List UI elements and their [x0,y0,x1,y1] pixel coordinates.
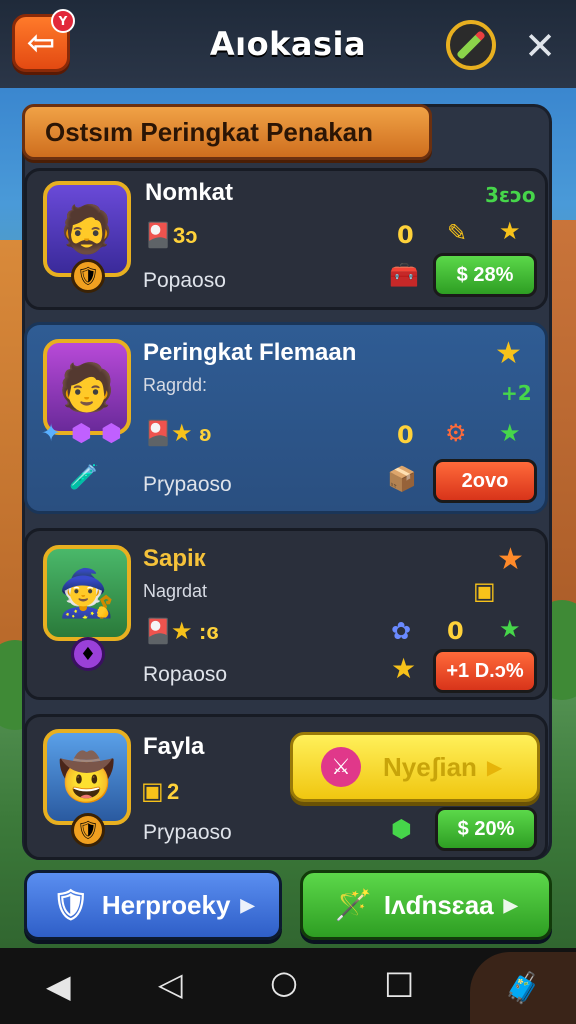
player-stat: :ɞ [199,619,219,644]
right-action-label: Iʌɗnsɛaa [383,889,494,920]
reward-pill[interactable]: 2ovo [433,459,537,503]
pen-icon [456,30,486,60]
player-stat: 3ɔ [173,223,198,248]
reward-pill[interactable]: $ 20% [435,807,537,851]
stat-zero: 0 [447,617,464,645]
chevron-right-icon: ▶ [486,755,503,779]
close-icon: ✕ [524,24,556,68]
badge-icon: ⬢ [71,419,92,447]
card-icon: 🎴 [143,419,173,447]
triangle-back-icon[interactable]: ◁ [158,968,183,1000]
chest-icon: 📦 [387,465,417,493]
player-card[interactable]: 🧔 🛡 Nomkat 3ɛɔo 🎴 3ɔ 0 ✎ ★ Popaoso 🧰 $ 2… [24,168,548,310]
character-icon: 🤠 [58,749,116,804]
player-status: Popaoso [143,269,226,292]
star-icon: ★ [499,419,521,447]
app-title: Aıokasia [209,25,367,63]
star-icon: ★ [171,617,193,645]
gear-icon: ⚙ [445,419,467,447]
coin-icon: ▣ [141,777,164,805]
left-action-button[interactable]: 🛡 Herproeky ▶ [24,870,282,940]
star-icon: ★ [497,542,524,577]
swords-icon: ⚔ [321,747,361,787]
player-card[interactable]: 🧙 ♦ Sapiк ★ Naɡrdat ▣ 🎴 ★ :ɞ ✿ 0 ★ Ropao… [24,528,548,700]
chest-icon: 🧰 [389,261,419,289]
star-icon: ★ [495,336,522,371]
left-action-label: Herproeky [101,889,231,920]
wand-icon: 🪄 [334,888,372,922]
player-status: Prypaoso [143,473,232,496]
player-name: Nomkat [145,179,234,206]
close-button[interactable]: ✕ [520,26,560,66]
top-bar: ⇦ Y Aıokasia ✕ [0,0,576,88]
avatar: 🧙 [43,545,131,641]
character-icon: 🧔 [58,201,116,256]
player-card-highlighted[interactable]: 🧑 ✦ ⬢ ⬢ 🧪 Peringkat Flemaan ★ Ragrdd: +2… [24,322,548,514]
back-arrow-icon: ⇦ [26,23,56,63]
avatar: 🤠 [43,729,131,825]
rank-badge-icon: 🛡 [71,259,105,293]
potion-icon: 🧪 [69,463,99,491]
player-name: Peringkat Flemaan [143,339,357,366]
notification-badge: Y [51,9,75,33]
player-subtitle: Naɡrdat [143,581,208,601]
card-icon: 🎴 [143,617,173,645]
shield-icon: 🛡 [51,888,90,922]
gem-icon: ⬢ [391,815,412,843]
star-icon: ★ [391,652,417,685]
player-status: Prypaoso [143,821,232,844]
character-icon: 🧙 [58,565,116,620]
player-subtitle: Ragrdd: [143,375,208,395]
player-name: Sapiк [143,545,206,572]
challenge-label: Nyeʃian [383,751,477,782]
section-title: Ostsım Peringkat Penakan [45,116,374,147]
stat-zero: 0 [397,421,414,449]
reward-pill[interactable]: +1 D.ɔ% [433,649,537,693]
chevron-right-icon: ▶ [240,894,255,915]
chevron-right-icon: ▶ [503,894,518,915]
star-icon: ★ [171,419,193,447]
player-status: Ropaoso [143,663,228,686]
section-header: Ostsım Peringkat Penakan [22,104,432,160]
badge-icon: ⬢ [101,419,122,447]
recents-icon[interactable]: □ [384,966,414,998]
right-action-button[interactable]: 🪄 Iʌɗnsɛaa ▶ [300,870,552,940]
back-nav-icon[interactable]: ◀ [46,970,71,1002]
player-stat: 2 [167,779,180,804]
home-icon[interactable]: ○ [270,966,298,998]
player-name: Fayla [143,733,205,760]
pencil-icon: ✎ [447,219,468,247]
card-icon: 🎴 [143,221,173,249]
back-button[interactable]: ⇦ Y [12,9,75,72]
player-score: 3ɛɔo [485,183,536,207]
player-score: +2 [501,381,532,405]
challenge-button[interactable]: ⚔ Nyeʃian ▶ [290,732,540,802]
stat-zero: 0 [397,221,414,249]
edit-button[interactable] [446,20,496,70]
character-icon: 🧑 [58,359,116,414]
rank-badge-icon: ♦ [71,637,105,671]
rank-badge-icon: 🛡 [71,813,105,847]
shop-bag-icon: 🧳 [504,970,542,1006]
player-stat: ʚ [199,421,212,446]
star-icon: ★ [499,217,521,245]
star-icon: ★ [499,615,521,643]
shop-button[interactable]: 🧳 [470,952,576,1024]
gem-icon: ✿ [391,617,412,645]
gem-icon: ✦ [41,419,62,447]
reward-pill[interactable]: $ 28% [433,253,537,297]
coin-icon: ▣ [473,577,496,605]
